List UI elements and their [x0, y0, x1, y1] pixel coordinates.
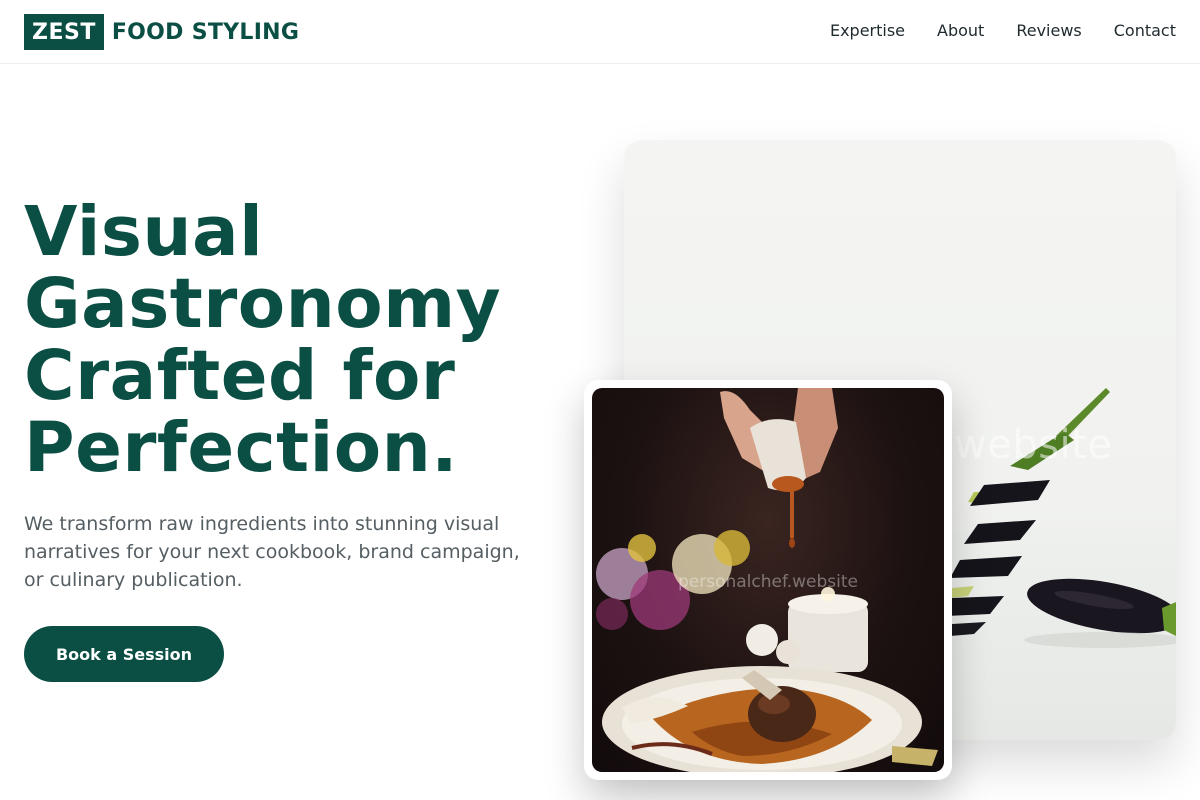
hero-subtitle: We transform raw ingredients into stunni…: [24, 513, 520, 591]
watermark-text: website: [954, 422, 1113, 468]
hero-title: Visual Gastronomy Crafted for Perfection…: [24, 192, 502, 488]
logo-mark: ZEST: [24, 14, 104, 50]
main-nav: Expertise About Reviews Contact: [830, 20, 1176, 42]
logo-text: FOOD STYLING: [111, 19, 300, 45]
logo[interactable]: ZEST FOOD STYLING: [24, 14, 299, 50]
book-session-button[interactable]: Book a Session: [24, 626, 224, 682]
nav-link-about[interactable]: About: [937, 20, 984, 42]
nav-link-expertise[interactable]: Expertise: [830, 20, 905, 42]
watermark-text: personalchef.website: [677, 572, 858, 592]
nav-link-contact[interactable]: Contact: [1114, 20, 1176, 42]
sauce-dish-photo: personalchef.website: [584, 380, 952, 780]
nav-link-reviews[interactable]: Reviews: [1016, 20, 1081, 42]
sauce-dish-image: personalchef.website: [592, 388, 944, 772]
site-header: ZEST FOOD STYLING Expertise About Review…: [0, 0, 1200, 64]
